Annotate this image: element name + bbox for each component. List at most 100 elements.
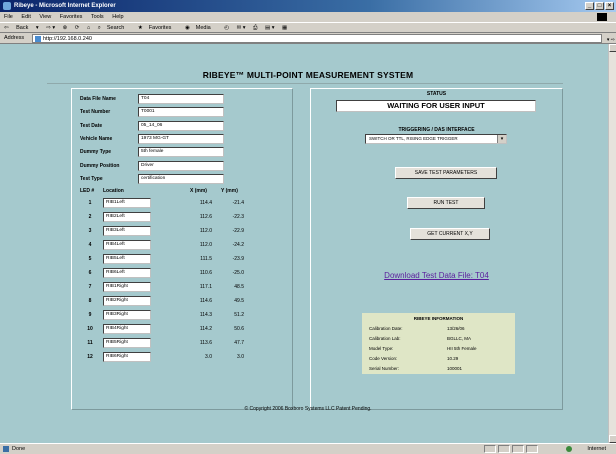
menu-view[interactable]: View (39, 14, 51, 20)
edit-icon[interactable]: ▤ ▾ (265, 25, 275, 31)
info-row-code-version: Code Version: 10.29 (369, 356, 509, 364)
address-label: Address (4, 35, 25, 41)
media-button[interactable]: ◉ Media (185, 25, 217, 31)
minimize-icon[interactable]: _ (585, 2, 594, 10)
trigger-select[interactable]: SWITCH OR TTL, RISING EDGE TRIGGER ▾ (365, 134, 507, 144)
favorites-label: Favorites (148, 25, 172, 31)
info-row-model-type: Model Type: HII 5th Female (369, 346, 509, 354)
x-value: 112.0 (199, 242, 212, 248)
copyright-text: © Copyright 2006 Boxboro Systems LLC Pat… (244, 406, 372, 412)
test-type-input[interactable]: certification (138, 174, 224, 184)
forward-button[interactable]: ⇨ ▾ (46, 25, 55, 31)
menu-tools[interactable]: Tools (91, 14, 104, 20)
back-label: Back (16, 25, 29, 31)
table-row: 3 RIB3Left 112.0 -22.9 (80, 226, 280, 238)
x-value: 114.6 (199, 298, 212, 304)
led-number: 8 (88, 298, 92, 304)
media-icon: ◉ (184, 25, 190, 31)
location-input[interactable]: RIB4Right (103, 324, 151, 334)
x-value: 110.6 (199, 270, 212, 276)
scroll-down-icon[interactable] (609, 435, 616, 443)
test-number-row: Test Number T0001 (80, 107, 280, 119)
location-input[interactable]: RIB1Right (103, 282, 151, 292)
back-arrow-icon: ⇦ (4, 25, 9, 31)
close-icon[interactable]: × (605, 2, 614, 10)
led-number: 9 (88, 312, 92, 318)
favorites-icon: ★ (137, 25, 143, 31)
location-input[interactable]: RIB6Left (103, 268, 151, 278)
print-icon[interactable]: ⎙ (253, 25, 257, 31)
back-button[interactable]: ⇦ Back ▾ (4, 25, 39, 31)
table-row: 6 RIB6Left 110.6 -25.0 (80, 268, 280, 280)
maximize-icon[interactable]: □ (595, 2, 604, 10)
refresh-icon[interactable]: ⟳ (75, 25, 80, 31)
led-number: 12 (87, 354, 93, 360)
vehicle-name-input[interactable]: 1973 MG-GT (138, 134, 224, 144)
page-done-icon (3, 446, 9, 452)
menu-file[interactable]: File (4, 14, 13, 20)
x-value: 114.4 (199, 200, 212, 206)
y-value: -22.9 (232, 228, 244, 234)
menu-edit[interactable]: Edit (21, 14, 30, 20)
test-date-input[interactable]: 05_14_06 (138, 121, 224, 131)
home-icon[interactable]: ⌂ (87, 25, 90, 31)
info-key: Calibration Date: (369, 326, 403, 331)
led-number: 4 (88, 242, 92, 248)
chevron-down-icon[interactable]: ▾ (497, 135, 506, 143)
dummy-type-input[interactable]: 5th female (138, 147, 224, 157)
run-test-button[interactable]: RUN TEST (407, 197, 485, 209)
location-input[interactable]: RIB2Left (103, 212, 151, 222)
page-icon (35, 36, 41, 42)
browser-status-bar: Done Internet (0, 443, 616, 454)
download-test-data-link[interactable]: Download Test Data File: T04 (310, 271, 563, 280)
mail-icon[interactable]: ✉ ▾ (237, 25, 246, 31)
data-file-name-input[interactable]: T04 (138, 94, 224, 104)
test-type-label: Test Type (80, 176, 103, 182)
led-number: 6 (88, 270, 92, 276)
location-input[interactable]: RIB3Right (103, 310, 151, 320)
menu-bar: File Edit View Favorites Tools Help (0, 12, 616, 22)
vertical-scrollbar[interactable] (608, 44, 616, 443)
menu-favorites[interactable]: Favorites (60, 14, 83, 20)
stop-icon[interactable]: ⊗ (63, 25, 68, 31)
dummy-position-input[interactable]: Driver (138, 161, 224, 171)
get-current-xy-button[interactable]: GET CURRENT X,Y (410, 228, 490, 240)
search-button[interactable]: ⌕ Search (98, 25, 131, 31)
address-bar: Address http://192.168.0.240 ▾ ⇨ (0, 33, 616, 44)
internet-explorer-icon (3, 2, 11, 10)
location-header: Location (103, 188, 124, 194)
x-header: X (mm) (190, 188, 207, 194)
favorites-button[interactable]: ★ Favorites (138, 25, 178, 31)
location-input[interactable]: RIB5Left (103, 254, 151, 264)
location-input[interactable]: RIB5Right (103, 338, 151, 348)
info-value: HII 5th Female (447, 346, 477, 351)
y-value: 51.2 (234, 312, 244, 318)
history-icon[interactable]: ◴ (224, 25, 229, 31)
info-key: Code Version: (369, 356, 398, 361)
discuss-icon[interactable]: ▦ (282, 25, 287, 31)
scroll-up-icon[interactable] (609, 44, 616, 52)
info-row-serial-number: Serial Number: 100001 (369, 366, 509, 374)
data-file-name-row: Data File Name T04 (80, 94, 280, 106)
table-row: 4 RIB4Left 112.0 -24.2 (80, 240, 280, 252)
y-value: -24.2 (232, 242, 244, 248)
location-input[interactable]: RIB4Left (103, 240, 151, 250)
y-value: 48.5 (234, 284, 244, 290)
address-input[interactable]: http://192.168.0.240 (32, 34, 602, 43)
status-display: WAITING FOR USER INPUT (336, 100, 536, 112)
location-input[interactable]: RIB3Left (103, 226, 151, 236)
location-input[interactable]: RIB6Right (103, 352, 151, 362)
address-value: http://192.168.0.240 (43, 36, 92, 42)
location-input[interactable]: RIB2Right (103, 296, 151, 306)
test-number-input[interactable]: T0001 (138, 107, 224, 117)
vehicle-name-label: Vehicle Name (80, 136, 113, 142)
info-key: Serial Number: (369, 366, 400, 371)
status-text: Done (12, 446, 26, 452)
info-key: Calibration Lab: (369, 336, 401, 341)
test-date-label: Test Date (80, 123, 103, 129)
menu-help[interactable]: Help (112, 14, 123, 20)
security-zone: Internet (587, 446, 606, 452)
y-value: -23.9 (232, 256, 244, 262)
location-input[interactable]: RIB1Left (103, 198, 151, 208)
save-test-parameters-button[interactable]: SAVE TEST PARAMETERS (395, 167, 497, 179)
